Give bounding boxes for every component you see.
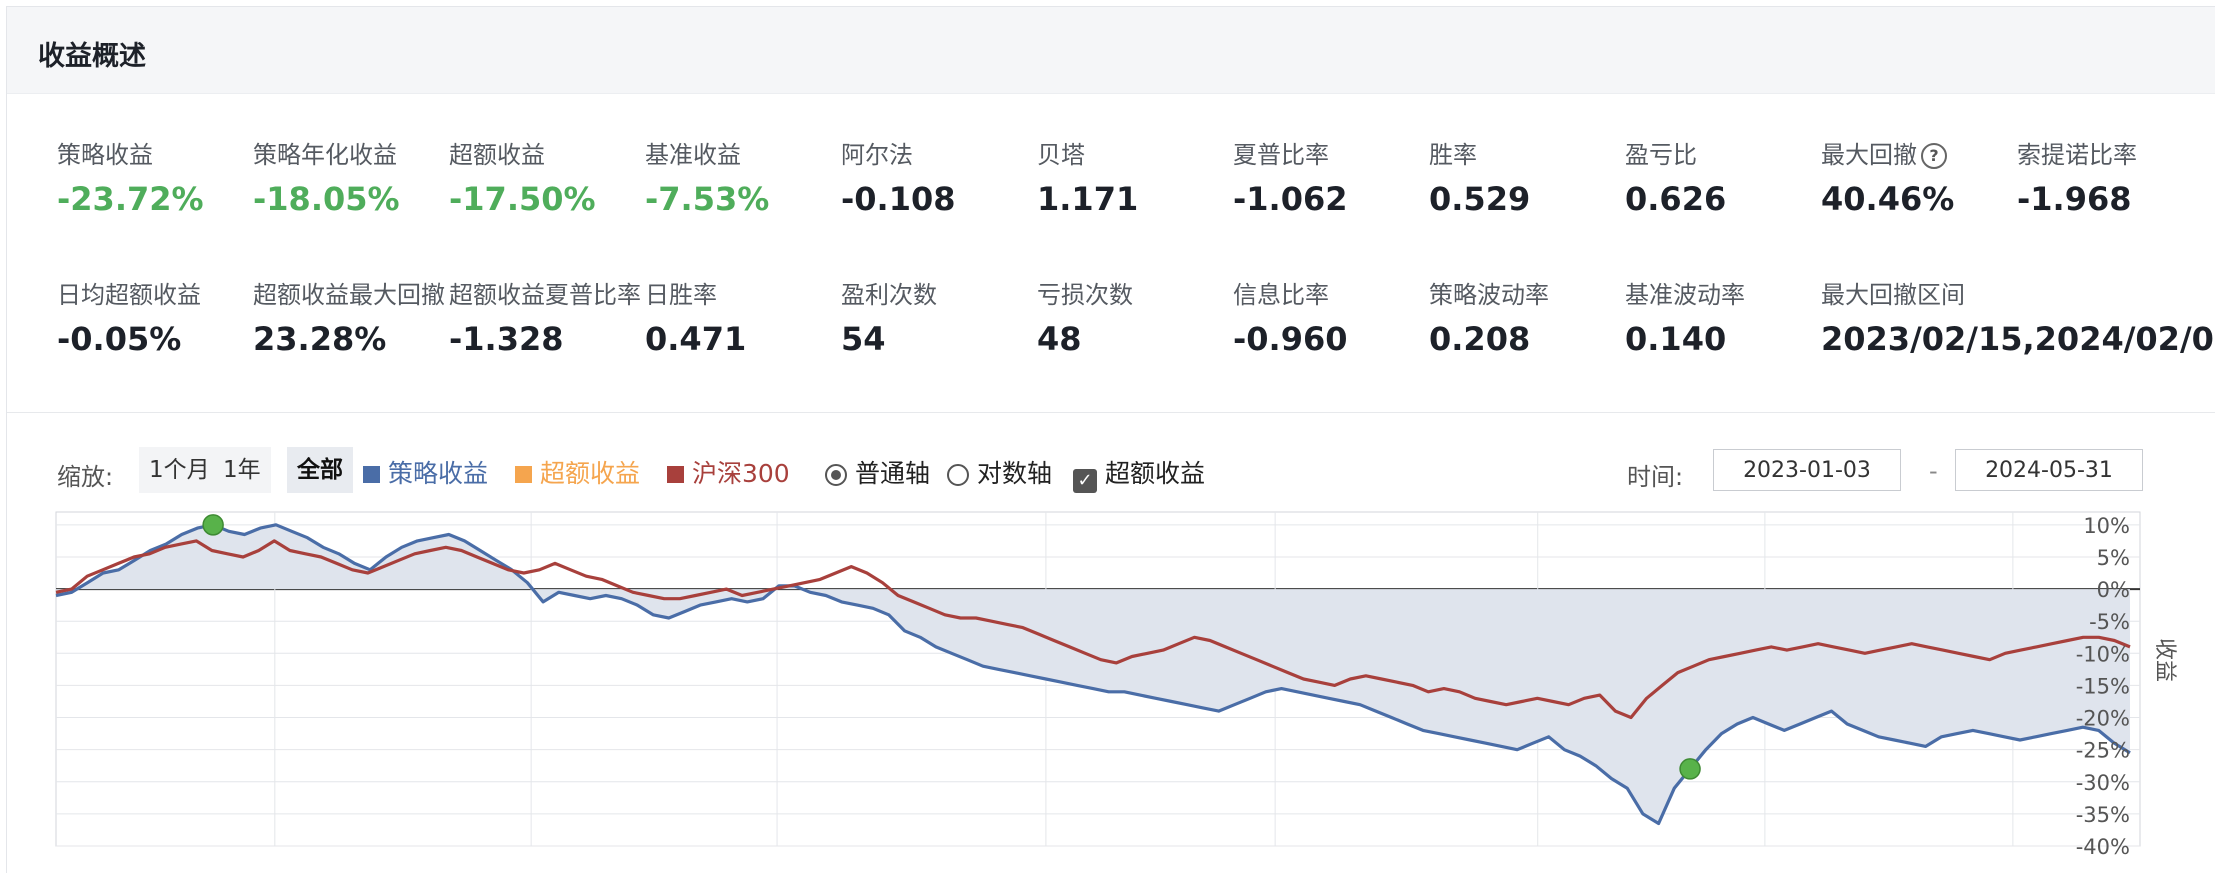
returns-chart[interactable]: 10% 5% 0% -5% -10% -15% -20% -25% -30% -35% -40% 收…	[0, 0, 2215, 873]
y-tick-label: -20%	[2076, 707, 2130, 731]
y-tick-label: -5%	[2089, 610, 2130, 634]
y-axis-label: 收益	[2152, 638, 2177, 682]
y-tick-label: -15%	[2076, 674, 2130, 698]
chart-y-ticks: 10% 5% 0% -5% -10% -15% -20% -25% -30% -35% -40%	[2076, 514, 2130, 859]
y-tick-label: 10%	[2083, 514, 2130, 538]
drawdown-marker	[1679, 758, 1701, 780]
y-tick-label: -35%	[2076, 803, 2130, 827]
y-tick-label: 0%	[2097, 578, 2130, 602]
y-tick-label: -10%	[2076, 642, 2130, 666]
y-tick-label: 5%	[2097, 546, 2130, 570]
y-tick-label: -25%	[2076, 739, 2130, 763]
y-tick-label: -40%	[2076, 835, 2130, 859]
drawdown-marker	[202, 514, 224, 536]
y-tick-label: -30%	[2076, 771, 2130, 795]
